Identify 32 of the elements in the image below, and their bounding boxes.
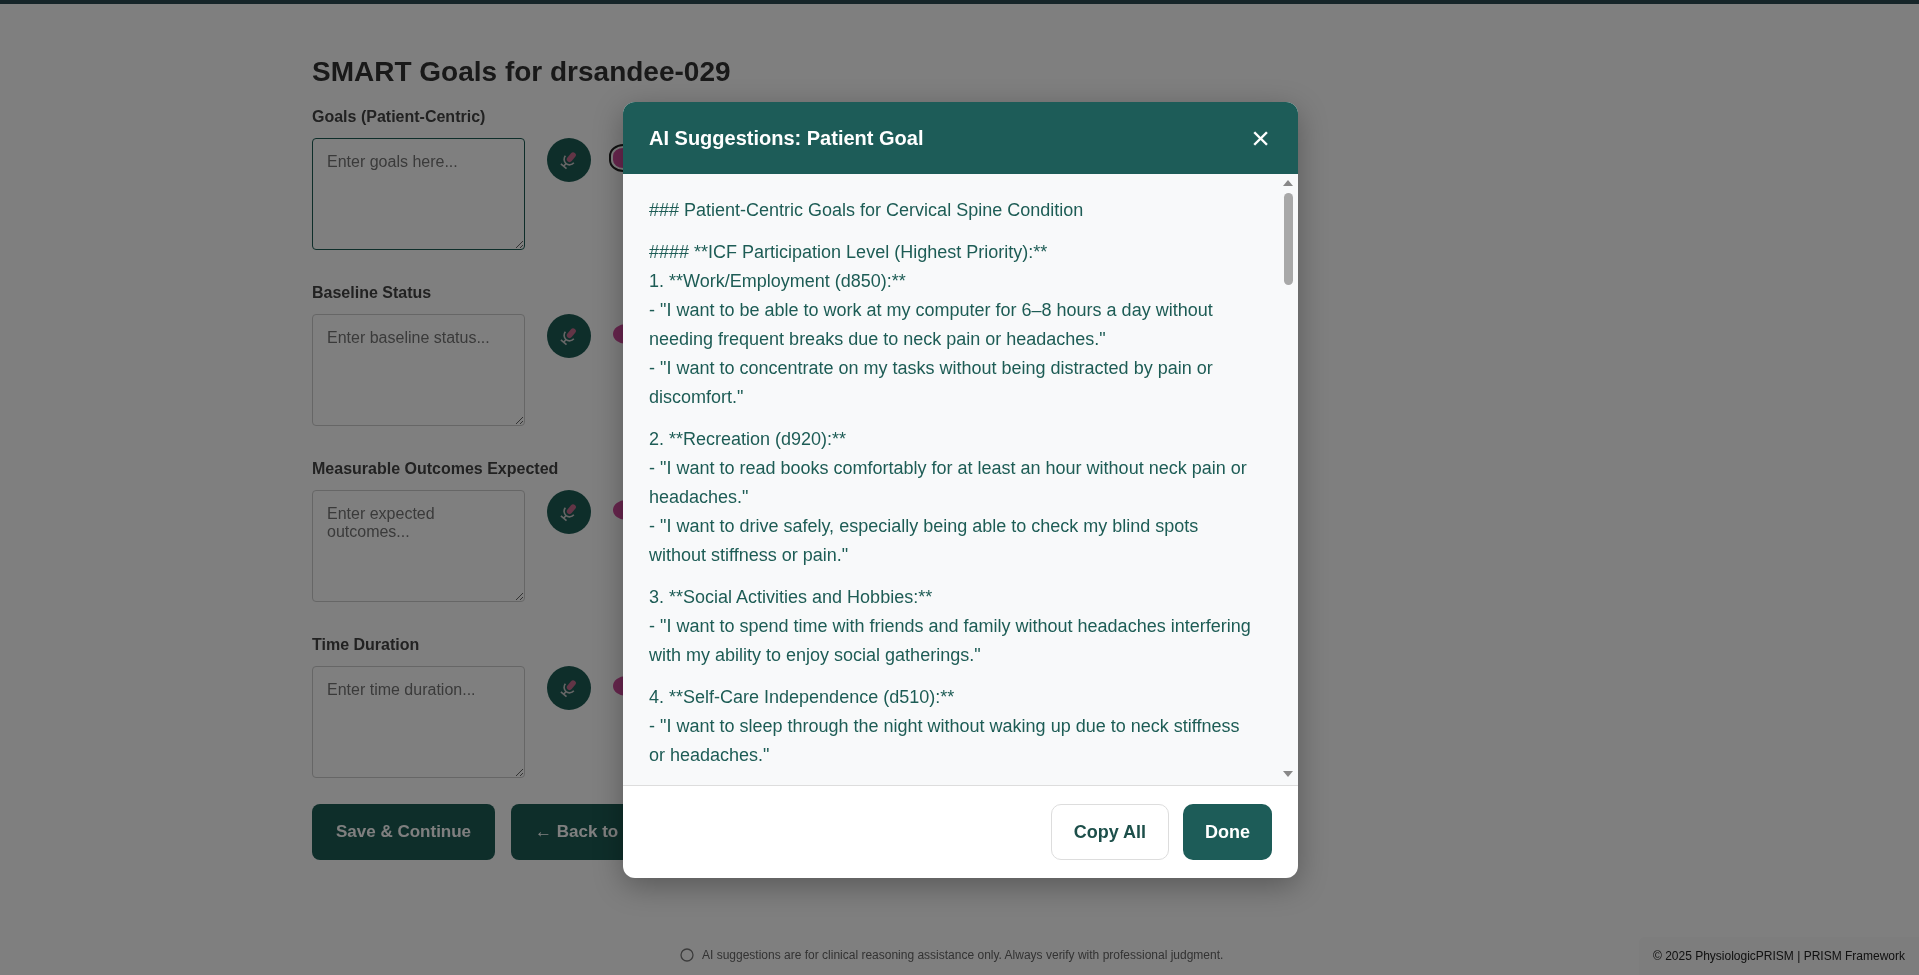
suggestion-line: 3. **Social Activities and Hobbies:** xyxy=(649,586,934,609)
suggestion-line: 2. **Recreation (d920):** xyxy=(649,428,848,451)
suggestion-line: - "I want to spend time with friends and family without headaches interfering with my ability to enjoy social gatherings." xyxy=(649,615,1252,667)
modal-title: AI Suggestions: Patient Goal xyxy=(649,126,924,150)
suggestion-line: - "I want to read books comfortably for at least an hour without neck pain or headaches." xyxy=(649,457,1248,509)
field-label: Goals (Patient-Centric) xyxy=(312,108,486,126)
field-label: Measurable Outcomes Expected xyxy=(312,460,559,478)
microphone-button[interactable] xyxy=(547,490,591,534)
close-button[interactable]: × xyxy=(1247,122,1274,154)
text-area[interactable]: Enter goals here... xyxy=(312,138,525,250)
suggestion-line: 1. **Work/Employment (d850):** xyxy=(649,270,907,293)
microphone-button[interactable] xyxy=(547,314,591,358)
scroll-up-arrow-icon[interactable] xyxy=(1282,178,1294,187)
scroll-down-arrow-icon[interactable] xyxy=(1282,770,1294,779)
done-button[interactable]: Done xyxy=(1183,804,1272,860)
form-button[interactable]: Save & Continue xyxy=(312,804,496,860)
suggestion-line: 4. **Self-Care Independence (d510):** xyxy=(649,686,956,709)
disclaimer-text: AI suggestions are for clinical reasoning assistance only. Always verify with professional judgment. xyxy=(702,948,1224,962)
field-label: Time Duration xyxy=(312,636,420,654)
suggestion-line: - "I want to be able to work at my computer for 6–8 hours a day without needing frequent breaks due to neck pain or headaches." xyxy=(649,299,1214,351)
suggestion-line: ### Patient-Centric Goals for Cervical Spine Condition xyxy=(649,199,1085,222)
page-title: SMART Goals for drsandee-029 xyxy=(312,56,732,88)
microphone-button[interactable] xyxy=(547,138,591,182)
suggestion-line: - "I want to concentrate on my tasks without being distracted by pain or discomfort." xyxy=(649,357,1214,409)
suggestion-line: #### **ICF Participation Level (Highest Priority):** xyxy=(649,241,1049,264)
copy-button[interactable]: Copy All xyxy=(1050,804,1169,860)
suggestion-line: - "I want to sleep through the night without waking up due to neck stiffness or headaches." xyxy=(649,715,1241,767)
scrollbar-thumb[interactable] xyxy=(1283,193,1293,285)
suggestion-line: - "I want to drive safely, especially being able to check my blind spots without stiffness or pain." xyxy=(649,515,1200,567)
microphone-button[interactable] xyxy=(547,666,591,710)
info-icon xyxy=(680,948,694,962)
field-label: Baseline Status xyxy=(312,284,432,302)
